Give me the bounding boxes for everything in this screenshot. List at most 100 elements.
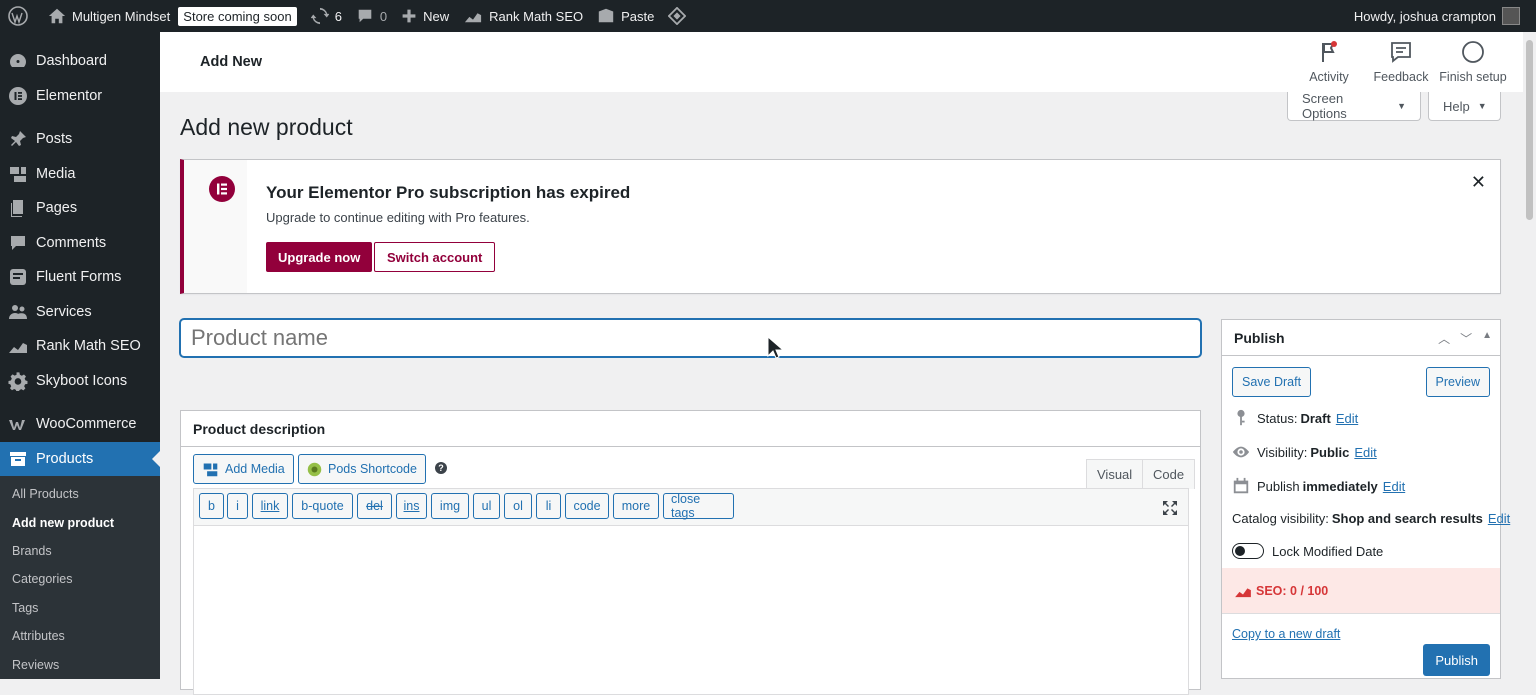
comments-link[interactable]: 0	[349, 0, 394, 32]
sidebar-item-posts[interactable]: Posts	[0, 122, 160, 157]
rankmath-link[interactable]: Rank Math SEO	[456, 0, 590, 32]
submenu-categories[interactable]: Categories	[0, 565, 160, 593]
fullscreen-icon[interactable]	[1162, 500, 1178, 516]
quicktag-link[interactable]: link	[252, 493, 288, 519]
wordpress-logo[interactable]	[0, 0, 41, 32]
comment-icon	[358, 9, 372, 23]
add-media-button[interactable]: Add Media	[193, 454, 294, 484]
content-editor-textarea[interactable]	[193, 525, 1189, 695]
new-content-link[interactable]: New	[394, 0, 456, 32]
scrollbar-thumb[interactable]	[1526, 40, 1533, 220]
key-icon	[1237, 409, 1245, 426]
activity-button[interactable]: Activity	[1293, 40, 1365, 84]
mouse-cursor-icon	[767, 336, 783, 359]
add-media-label: Add Media	[225, 462, 285, 476]
sidebar-item-comments[interactable]: Comments	[0, 226, 160, 261]
submenu-add-new-product[interactable]: Add new product	[0, 508, 160, 536]
quicktag-ol[interactable]: ol	[504, 493, 532, 519]
upgrade-now-button[interactable]: Upgrade now	[266, 242, 373, 272]
diamond-link[interactable]	[661, 0, 699, 32]
finish-setup-button[interactable]: Finish setup	[1437, 40, 1509, 84]
submenu-reviews[interactable]: Reviews	[0, 650, 160, 678]
sidebar-item-skyboot-icons[interactable]: Skyboot Icons	[0, 364, 160, 399]
sidebar-item-fluent-forms[interactable]: Fluent Forms	[0, 260, 160, 295]
close-icon[interactable]: ✕	[1471, 172, 1486, 193]
publish-date-edit-link[interactable]: Edit	[1383, 479, 1405, 494]
preview-button[interactable]: Preview	[1425, 367, 1490, 397]
submenu-tags[interactable]: Tags	[0, 594, 160, 622]
sidebar-item-pages[interactable]: Pages	[0, 191, 160, 226]
collapse-toggle-icon[interactable]: ▲	[1482, 330, 1492, 347]
updates-icon	[310, 7, 329, 25]
feedback-button[interactable]: Feedback	[1365, 40, 1437, 84]
user-account-link[interactable]: Howdy, joshua crampton	[1347, 0, 1536, 32]
sidebar-item-elementor[interactable]: Elementor	[0, 79, 160, 114]
pin-icon	[11, 131, 26, 147]
help-button[interactable]: Help ▼	[1428, 92, 1501, 121]
sidebar-item-label: Services	[36, 303, 92, 320]
sidebar-item-services[interactable]: Services	[0, 295, 160, 330]
sidebar-item-rank-math[interactable]: Rank Math SEO	[0, 329, 160, 364]
progress-circle-icon	[1462, 41, 1484, 63]
caret-down-icon: ▼	[1397, 101, 1406, 111]
forms-icon	[10, 269, 26, 286]
sidebar-item-label: Pages	[36, 200, 78, 217]
copy-to-new-draft-link[interactable]: Copy to a new draft	[1232, 627, 1340, 641]
pods-shortcode-button[interactable]: Pods Shortcode	[298, 454, 426, 484]
tab-visual[interactable]: Visual	[1086, 459, 1144, 489]
submenu-attributes[interactable]: Attributes	[0, 622, 160, 650]
quicktag-close-tags[interactable]: close tags	[663, 492, 734, 520]
move-up-icon[interactable]: ︿	[1438, 330, 1450, 347]
comment-icon	[11, 235, 25, 250]
sidebar-item-dashboard[interactable]: Dashboard	[0, 44, 160, 79]
publish-date-label: Publish	[1257, 478, 1300, 494]
move-down-icon[interactable]: ﹀	[1460, 330, 1472, 347]
quicktag-more[interactable]: more	[613, 493, 659, 519]
seo-score-badge[interactable]: SEO: 0 / 100	[1222, 568, 1500, 614]
quicktag-code[interactable]: code	[565, 493, 609, 519]
page-scrollbar[interactable]	[1523, 32, 1536, 674]
product-name-input[interactable]	[180, 319, 1201, 357]
sidebar-item-woocommerce[interactable]: WooCommerce	[0, 407, 160, 442]
help-label: Help	[1443, 98, 1470, 114]
publish-button[interactable]: Publish	[1423, 644, 1490, 676]
save-draft-button[interactable]: Save Draft	[1232, 367, 1312, 397]
quicktag-del[interactable]: del	[357, 493, 392, 519]
sidebar-item-media[interactable]: Media	[0, 157, 160, 192]
sidebar-item-products[interactable]: Products	[0, 441, 160, 476]
catalog-visibility-edit-link[interactable]: Edit	[1488, 511, 1510, 526]
elementor-icon	[9, 86, 27, 105]
sidebar-item-label: Products	[36, 450, 94, 467]
quicktag-img[interactable]: img	[431, 493, 469, 519]
tab-code[interactable]: Code	[1142, 459, 1196, 489]
submenu-brands[interactable]: Brands	[0, 537, 160, 565]
quicktag-li[interactable]: li	[536, 493, 561, 519]
quicktag-ins[interactable]: ins	[396, 493, 427, 519]
submenu-all-products[interactable]: All Products	[0, 480, 160, 508]
quicktag-i[interactable]: i	[227, 493, 248, 519]
status-label: Status:	[1257, 410, 1298, 426]
woo-icon	[9, 420, 25, 431]
flag-icon	[1322, 41, 1337, 62]
site-name: Multigen Mindset	[72, 8, 171, 24]
quicktag-b-quote[interactable]: b-quote	[292, 493, 353, 519]
switch-account-button[interactable]: Switch account	[374, 242, 496, 272]
updates-count: 6	[334, 8, 342, 24]
product-description-heading: Product description	[181, 411, 1200, 447]
status-edit-link[interactable]: Edit	[1336, 411, 1358, 426]
page-title: Add new product	[180, 114, 353, 140]
visibility-edit-link[interactable]: Edit	[1354, 445, 1376, 460]
quicktag-ul[interactable]: ul	[473, 493, 500, 519]
paste-link[interactable]: Paste	[590, 0, 661, 32]
screen-options-button[interactable]: Screen Options ▼	[1287, 91, 1421, 121]
sidebar-item-label: Dashboard	[36, 53, 107, 70]
seo-score-text: SEO: 0 / 100	[1256, 583, 1329, 598]
lock-modified-toggle[interactable]	[1232, 543, 1264, 559]
help-question-icon[interactable]: ?	[435, 462, 447, 474]
catalog-visibility-row: Catalog visibility: Shop and search resul…	[1232, 511, 1510, 526]
updates-link[interactable]: 6	[304, 0, 349, 32]
site-name-link[interactable]: Multigen Mindset Store coming soon	[41, 0, 304, 32]
visibility-row: Visibility: Public Edit	[1232, 443, 1377, 461]
quicktag-b[interactable]: b	[199, 493, 224, 519]
store-coming-soon-badge[interactable]: Store coming soon	[178, 6, 297, 26]
